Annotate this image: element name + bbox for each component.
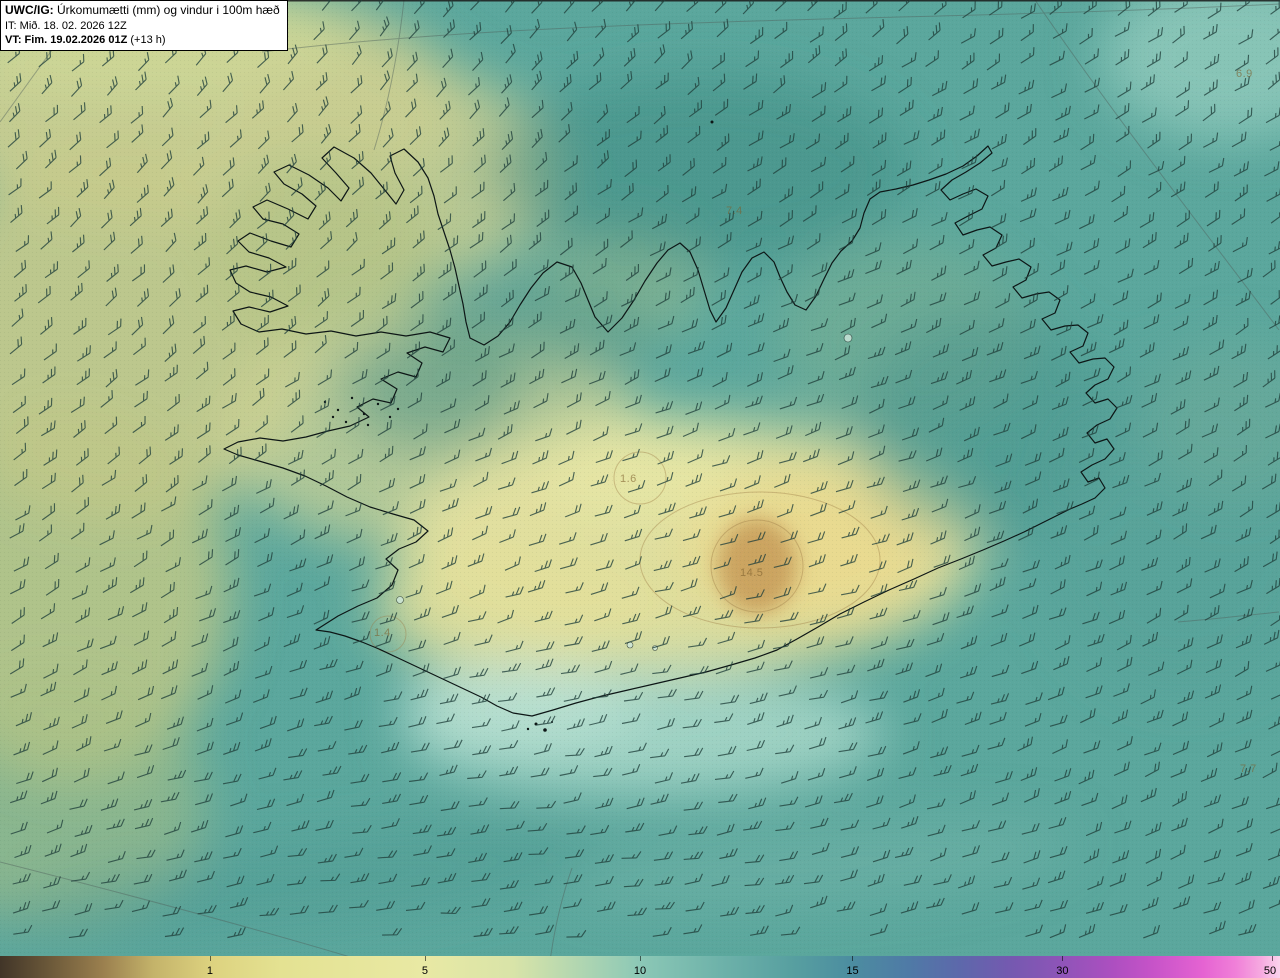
colorbar-tick [1272, 956, 1274, 961]
colorbar-label: 15 [846, 965, 859, 977]
colorbar-label: 30 [1056, 965, 1069, 977]
colorbar-label: 1 [206, 965, 213, 977]
colorbar-tick [424, 956, 426, 961]
product-title-line: UWC/IG: Úrkomumætti (mm) og vindur i 100… [5, 3, 280, 19]
colorbar-label: 50 [1263, 965, 1277, 977]
colorbar-tick [209, 956, 211, 961]
precipitation-wind-map [0, 0, 1280, 978]
valid-offset: (+13 h) [130, 33, 166, 46]
init-time: IT: Mið. 18. 02. 2026 12Z [5, 19, 127, 32]
valid-time: VT: Fim. 19.02.2026 01Z [5, 33, 128, 46]
colorbar-label: 5 [421, 965, 429, 977]
colorbar-tick [1062, 956, 1064, 961]
model-name: UWC/IG: [5, 3, 54, 17]
colorbar-label: 10 [633, 965, 647, 977]
product-title: Úrkomumætti (mm) og vindur i 100m hæð [57, 3, 280, 17]
colorbar-tick [640, 956, 641, 961]
colorbar: 1 5 10 15 30 50 [0, 956, 1280, 978]
weather-chart: UWC/IG: Úrkomumætti (mm) og vindur i 100… [0, 0, 1280, 978]
valid-time-line: VT: Fim. 19.02.2026 01Z (+13 h) [5, 33, 280, 47]
title-box: UWC/IG: Úrkomumætti (mm) og vindur i 100… [0, 0, 288, 52]
colorbar-tick [852, 956, 854, 961]
